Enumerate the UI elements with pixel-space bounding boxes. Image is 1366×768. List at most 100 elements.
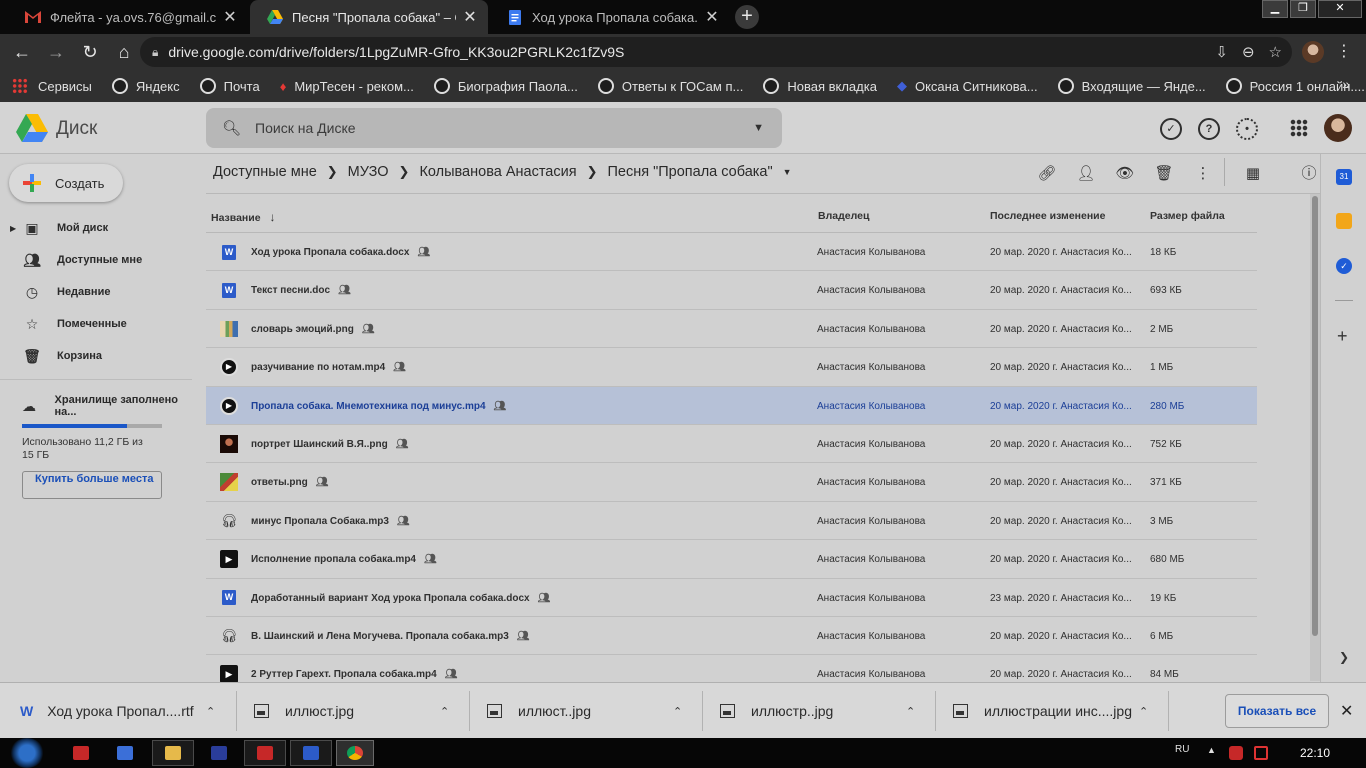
preview-eye-icon[interactable]: 👁︎ (1114, 163, 1136, 185)
share-person-add-icon[interactable]: 👤︎ (1075, 163, 1097, 185)
volume-app-icon[interactable] (106, 740, 144, 766)
word-icon[interactable] (290, 740, 332, 766)
breadcrumb-current-folder[interactable]: Песня "Пропала собака" (607, 164, 772, 180)
app-icon[interactable] (200, 740, 238, 766)
chevron-up-icon[interactable]: ⌃ (440, 705, 449, 718)
calendar-icon[interactable]: 31 (1336, 169, 1352, 185)
tab-gmail[interactable]: Флейта - ya.ovs.76@gmail.com - ✕ (8, 0, 248, 34)
table-row[interactable]: W Доработанный вариант Ход урока Пропала … (206, 579, 1257, 617)
table-row[interactable]: ▶ Пропала собака. Мнемотехника под минус.… (206, 386, 1257, 425)
bookmark-item[interactable]: Входящие — Янде... (1057, 78, 1206, 94)
account-avatar[interactable] (1324, 114, 1352, 142)
tab-docs[interactable]: Ход урока Пропала собака.docx ✕ (490, 0, 730, 34)
download-item[interactable]: иллюстр..jpg ⌃ (720, 683, 915, 739)
file-explorer-icon[interactable] (152, 740, 194, 766)
close-icon[interactable]: ✕ (704, 7, 720, 27)
grid-view-icon[interactable]: ▦ (1242, 163, 1264, 185)
file-name[interactable]: Ход урока Пропала собака.docx 👥︎ (251, 247, 430, 258)
table-row[interactable]: портрет Шаинский В.Я..png 👥︎ Анастасия Кол… (206, 425, 1257, 464)
search-input[interactable] (255, 120, 754, 136)
network-icon[interactable] (1254, 746, 1268, 760)
breadcrumb-item[interactable]: Доступные мне (213, 164, 317, 180)
file-name[interactable]: Пропала собака. Мнемотехника под минус.m… (251, 401, 506, 412)
file-name[interactable]: разучивание по нотам.mp4 👥︎ (251, 362, 406, 373)
media-player-icon[interactable] (62, 740, 100, 766)
download-item[interactable]: иллюст.jpg ⌃ (254, 683, 449, 739)
close-icon[interactable]: ✕ (222, 7, 238, 27)
offline-ready-icon[interactable]: ✓ (1160, 118, 1182, 140)
reload-icon[interactable]: ↻ (74, 36, 106, 68)
download-item[interactable]: иллюст..jpg ⌃ (487, 683, 682, 739)
language-indicator[interactable]: RU (1175, 744, 1189, 755)
bookmark-item[interactable]: Почта (199, 78, 260, 94)
install-icon[interactable]: ⇩ (1215, 43, 1228, 61)
file-name[interactable]: словарь эмоций.png 👥︎ (251, 324, 375, 335)
back-icon[interactable]: ← (6, 36, 38, 68)
file-name[interactable]: портрет Шаинский В.Я..png 👥︎ (251, 439, 408, 450)
link-icon[interactable]: 🔗︎ (1036, 163, 1058, 185)
table-row[interactable]: словарь эмоций.png 👥︎ Анастасия Колыванова… (206, 310, 1257, 349)
profile-avatar[interactable] (1302, 41, 1324, 63)
new-tab-button[interactable]: + (735, 5, 759, 29)
tab-drive[interactable]: Песня "Пропала собака" – Goog ✕ (250, 0, 488, 34)
sidebar-item-recent[interactable]: ◷ Недавние (0, 276, 192, 308)
settings-gear-icon[interactable]: • (1236, 118, 1258, 140)
delete-trash-icon[interactable]: 🗑︎ (1153, 163, 1175, 185)
bookmark-item[interactable]: ◆ Оксана Ситникова... (897, 78, 1038, 94)
chevron-up-icon[interactable]: ⌃ (1139, 705, 1148, 718)
file-name[interactable]: минус Пропала Собака.mp3 👥︎ (251, 516, 410, 527)
address-bar[interactable]: 🔒︎ drive.google.com/drive/folders/1LpgZu… (140, 37, 1292, 67)
keep-icon[interactable] (1336, 213, 1352, 229)
bookmark-item[interactable]: Биография Паола... (433, 78, 578, 94)
tasks-icon[interactable]: ✓ (1336, 258, 1352, 274)
google-apps-icon[interactable] (1290, 119, 1308, 137)
add-addon-icon[interactable]: + (1337, 326, 1348, 347)
chrome-icon[interactable] (336, 740, 374, 766)
info-icon[interactable]: ⓘ (1298, 163, 1320, 185)
bookmark-item[interactable]: Новая вкладка (763, 78, 877, 94)
maximize-button[interactable]: ❐ (1290, 0, 1316, 18)
drive-logo-icon[interactable] (16, 113, 48, 143)
table-row[interactable]: 🎧︎ минус Пропала Собака.mp3 👥︎ Анастасия Ко… (206, 502, 1257, 541)
file-name[interactable]: Исполнение пропала собака.mp4 👥︎ (251, 554, 437, 565)
chevron-up-icon[interactable]: ⌃ (906, 705, 915, 718)
column-owner-header[interactable]: Владелец (818, 210, 869, 222)
sidebar-item-starred[interactable]: ☆ Помеченные (0, 308, 192, 340)
table-row[interactable]: ответы.png 👥︎ Анастасия Колыванова 20 мар. … (206, 463, 1257, 502)
table-row[interactable]: W Текст песни.doc 👥︎ Анастасия Колыванова 20… (206, 271, 1257, 310)
chevron-up-icon[interactable]: ⌃ (673, 705, 682, 718)
breadcrumb-item[interactable]: МУЗО (348, 164, 389, 180)
zoom-icon[interactable]: ⊖ (1242, 43, 1255, 61)
sort-arrow-icon[interactable]: ↓ (269, 210, 275, 224)
close-shelf-icon[interactable]: ✕ (1340, 701, 1353, 721)
bookmark-star-icon[interactable]: ☆ (1269, 43, 1282, 61)
create-button[interactable]: Создать (9, 164, 123, 202)
sidebar-item-shared[interactable]: 👥︎ Доступные мне (0, 244, 192, 276)
minimize-button[interactable]: ▁ (1262, 0, 1288, 18)
column-name-header[interactable]: Название ↓ (211, 210, 275, 224)
table-row[interactable]: 🎧︎ В. Шаинский и Лена Могучева. Пропала с… (206, 617, 1257, 656)
windows-start-icon[interactable] (10, 738, 44, 768)
browser-menu-icon[interactable]: ⋮ (1336, 41, 1352, 61)
file-name[interactable]: 2 Руттер Гарехт. Пропала собака.mp4 👥︎ (251, 669, 457, 680)
table-row[interactable]: ▶ разучивание по нотам.mp4 👥︎ Анастасия Кол… (206, 348, 1257, 387)
table-row[interactable]: ▶ Исполнение пропала собака.mp4 👥︎ Анастаси… (206, 540, 1257, 579)
home-icon[interactable]: ⌂ (108, 36, 140, 68)
more-bookmarks-icon[interactable]: » (1342, 76, 1350, 92)
file-name[interactable]: Текст песни.doc 👥︎ (251, 285, 351, 296)
clock[interactable]: 22:10 (1300, 746, 1330, 760)
chevron-up-icon[interactable]: ⌃ (206, 705, 215, 718)
more-actions-icon[interactable]: ⋮ (1192, 163, 1214, 185)
table-row[interactable]: W Ход урока Пропала собака.docx 👥︎ Анастаси… (206, 233, 1257, 272)
antivirus-icon[interactable] (1229, 746, 1243, 760)
column-modified-header[interactable]: Последнее изменение (990, 210, 1105, 222)
close-icon[interactable]: ✕ (462, 7, 478, 27)
file-name[interactable]: В. Шаинский и Лена Могучева. Пропала соб… (251, 631, 529, 642)
buy-storage-button[interactable]: Купить больше места (22, 471, 162, 499)
tray-expand-icon[interactable]: ▲ (1207, 745, 1216, 755)
help-icon[interactable]: ? (1198, 118, 1220, 140)
file-name[interactable]: Доработанный вариант Ход урока Пропала с… (251, 593, 550, 604)
expand-caret-icon[interactable]: ▶ (10, 224, 16, 233)
sidebar-item-trash[interactable]: 🗑︎ Корзина (0, 340, 192, 372)
bookmark-item[interactable]: Яндекс (111, 78, 180, 94)
